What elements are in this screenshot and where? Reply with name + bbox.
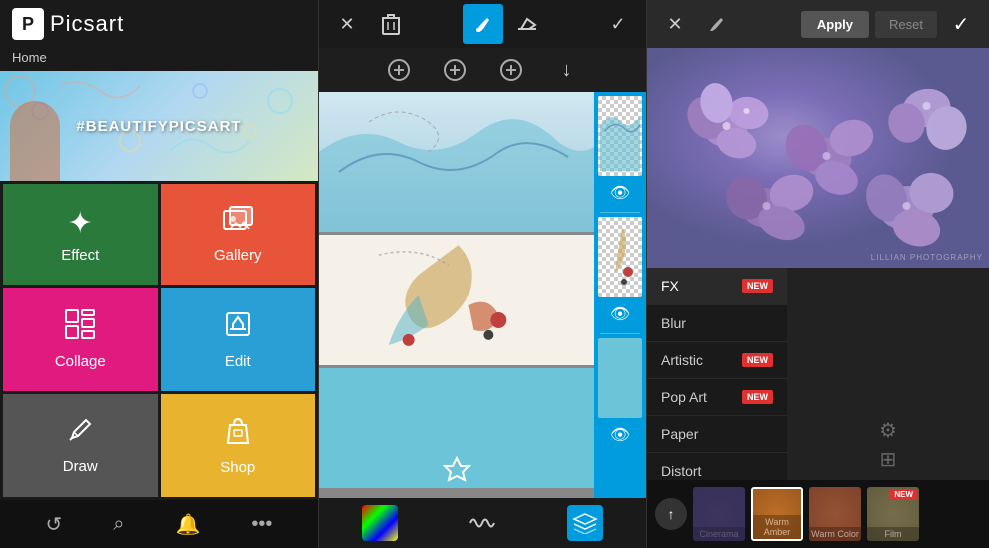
more-icon[interactable]: ••• bbox=[251, 513, 272, 536]
shop-label: Shop bbox=[220, 459, 255, 476]
layer-add-button[interactable] bbox=[381, 52, 417, 88]
canvas-area: 👁 👁 👁 bbox=[319, 92, 646, 498]
logo-icon: P bbox=[12, 8, 44, 40]
fx-category-artistic[interactable]: Artistic NEW bbox=[647, 342, 787, 379]
editor-eraser-button[interactable] bbox=[507, 4, 547, 44]
canvas-main[interactable] bbox=[319, 92, 594, 498]
draw-label: Draw bbox=[63, 458, 98, 475]
fx-filter-strip: ↑ Cinerama Warm Amber Warm Color NEW Fil… bbox=[647, 480, 989, 548]
gallery-icon bbox=[222, 205, 254, 241]
editor-close-button[interactable]: ✕ bbox=[327, 4, 367, 44]
effect-icon: ✦ bbox=[68, 206, 93, 241]
canvas-layer-1 bbox=[319, 92, 594, 232]
layer-visibility-3[interactable]: 👁 bbox=[598, 420, 642, 450]
shop-icon bbox=[224, 415, 252, 453]
home-menu-grid: ✦ Effect Gallery Collage Edit Draw bbox=[0, 181, 318, 500]
fx-main-area: FX NEW Blur Artistic NEW Pop Art NEW Pap… bbox=[647, 268, 989, 480]
layer-divider-2 bbox=[600, 333, 640, 334]
fx-preview-image: LILLIAN PHOTOGRAPHY bbox=[647, 48, 989, 268]
layer-merge-button[interactable] bbox=[493, 52, 529, 88]
app-logo: P Picsart bbox=[12, 8, 124, 40]
menu-item-draw[interactable]: Draw bbox=[3, 394, 158, 497]
editor-toolbar: ✕ ✓ bbox=[319, 0, 646, 48]
filter-thumb-warm-color[interactable]: Warm Color bbox=[809, 487, 861, 541]
notification-icon[interactable]: 🔔 bbox=[176, 512, 201, 537]
hero-person-decoration bbox=[10, 101, 60, 181]
layer-tools: ↓ bbox=[319, 48, 646, 92]
filter-thumb-cinerama[interactable]: Cinerama bbox=[693, 487, 745, 541]
menu-item-gallery[interactable]: Gallery bbox=[161, 184, 316, 285]
fx-toolbar-left: ✕ bbox=[657, 6, 735, 42]
layer-thumb-2[interactable] bbox=[598, 217, 642, 297]
layer-down-button[interactable]: ↓ bbox=[549, 52, 585, 88]
canvas-layer-2 bbox=[319, 235, 594, 365]
editor-toolbar-right: ✓ bbox=[598, 4, 638, 44]
menu-item-shop[interactable]: Shop bbox=[161, 394, 316, 497]
stamp-button[interactable] bbox=[443, 456, 471, 490]
app-name: Picsart bbox=[50, 11, 124, 37]
menu-item-collage[interactable]: Collage bbox=[3, 288, 158, 391]
editor-toolbar-center bbox=[463, 4, 547, 44]
collage-icon bbox=[65, 309, 95, 347]
home-nav-label: Home bbox=[0, 48, 318, 71]
layer-thumb-1[interactable] bbox=[598, 96, 642, 176]
layer-thumb-3[interactable] bbox=[598, 338, 642, 418]
fx-panel: ✕ Apply Reset ✓ bbox=[646, 0, 989, 548]
film-new-badge: NEW bbox=[890, 489, 917, 500]
home-bottom-bar: ↺ ⌕ 🔔 ••• bbox=[0, 500, 318, 548]
home-topbar: P Picsart bbox=[0, 0, 318, 48]
search-icon[interactable]: ⌕ bbox=[113, 513, 124, 536]
fx-check-button[interactable]: ✓ bbox=[943, 6, 979, 42]
effect-label: Effect bbox=[61, 247, 99, 264]
fx-settings-area: ⚙ ⊞ bbox=[787, 268, 989, 480]
editor-check-button[interactable]: ✓ bbox=[598, 4, 638, 44]
edit-label: Edit bbox=[225, 353, 251, 370]
grid-icon[interactable]: ⊞ bbox=[880, 447, 897, 472]
fx-brush-button[interactable] bbox=[699, 6, 735, 42]
editor-delete-button[interactable] bbox=[371, 4, 411, 44]
fx-close-button[interactable]: ✕ bbox=[657, 6, 693, 42]
gallery-label: Gallery bbox=[214, 247, 262, 264]
fx-category-distort[interactable]: Distort bbox=[647, 453, 787, 480]
filter-thumb-warm-amber[interactable]: Warm Amber bbox=[751, 487, 803, 541]
layer-divider-1 bbox=[600, 212, 640, 213]
editor-panel: ✕ ✓ ↓ bbox=[318, 0, 646, 548]
layer-visibility-2[interactable]: 👁 bbox=[598, 299, 642, 329]
editor-brush-button[interactable] bbox=[463, 4, 503, 44]
layer-duplicate-button[interactable] bbox=[437, 52, 473, 88]
home-panel: P Picsart Home #BEAUTIFYPICSART ✦ Effect… bbox=[0, 0, 318, 548]
fx-category-popart[interactable]: Pop Art NEW bbox=[647, 379, 787, 416]
editor-toolbar-left: ✕ bbox=[327, 4, 411, 44]
fx-category-menu: FX NEW Blur Artistic NEW Pop Art NEW Pap… bbox=[647, 268, 787, 480]
layer-visibility-1[interactable]: 👁 bbox=[598, 178, 642, 208]
hero-banner: #BEAUTIFYPICSART bbox=[0, 71, 318, 181]
fx-category-blur[interactable]: Blur bbox=[647, 305, 787, 342]
hero-hashtag: #BEAUTIFYPICSART bbox=[76, 118, 241, 135]
fx-reset-button[interactable]: Reset bbox=[875, 11, 937, 38]
fx-category-fx[interactable]: FX NEW bbox=[647, 268, 787, 305]
menu-item-edit[interactable]: Edit bbox=[161, 288, 316, 391]
settings-icon[interactable]: ⚙ bbox=[879, 418, 897, 443]
scroll-up-button[interactable]: ↑ bbox=[655, 498, 687, 530]
filter-thumb-film[interactable]: NEW Film bbox=[867, 487, 919, 541]
collage-label: Collage bbox=[55, 353, 106, 370]
layers-button[interactable] bbox=[567, 505, 603, 541]
edit-icon bbox=[223, 309, 253, 347]
menu-item-effect[interactable]: ✦ Effect bbox=[3, 184, 158, 285]
fx-category-paper[interactable]: Paper bbox=[647, 416, 787, 453]
draw-icon bbox=[66, 416, 94, 452]
fx-new-badge: NEW bbox=[742, 279, 773, 293]
squiggle-button[interactable] bbox=[464, 505, 500, 541]
watermark: LILLIAN PHOTOGRAPHY bbox=[871, 253, 983, 262]
editor-bottom-bar bbox=[319, 498, 646, 548]
fx-toolbar: ✕ Apply Reset ✓ bbox=[647, 0, 989, 48]
color-picker-button[interactable] bbox=[362, 505, 398, 541]
layers-panel: 👁 👁 👁 bbox=[594, 92, 646, 498]
refresh-icon[interactable]: ↺ bbox=[46, 512, 63, 537]
fx-apply-button[interactable]: Apply bbox=[801, 11, 869, 38]
artistic-new-badge: NEW bbox=[742, 353, 773, 367]
popart-new-badge: NEW bbox=[742, 390, 773, 404]
fx-toolbar-right: Apply Reset ✓ bbox=[801, 6, 979, 42]
